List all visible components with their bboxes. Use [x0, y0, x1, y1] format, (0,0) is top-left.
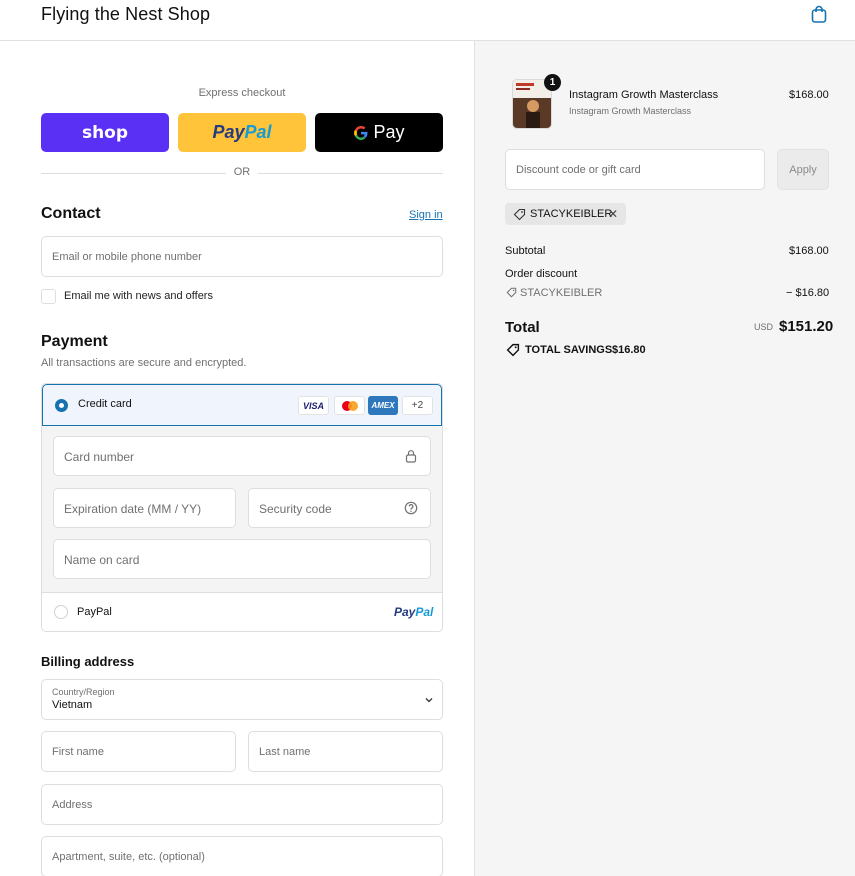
expiration-placeholder: Expiration date (MM / YY) [64, 502, 202, 516]
credit-card-radio[interactable] [55, 399, 68, 412]
paypal-radio[interactable] [54, 605, 68, 619]
payment-title: Payment [41, 333, 108, 350]
or-text: OR [233, 166, 251, 178]
country-label: Country/Region [52, 687, 115, 697]
subtotal-value: $168.00 [789, 245, 829, 257]
apply-discount-button[interactable]: Apply [777, 149, 829, 190]
shop-pay-logo: shop [81, 122, 129, 143]
email-placeholder: Email or mobile phone number [52, 251, 202, 263]
discount-placeholder: Discount code or gift card [516, 164, 641, 176]
news-checkbox[interactable] [41, 289, 56, 304]
last-name-placeholder: Last name [259, 746, 311, 758]
order-discount-code: STACYKEIBLER [520, 287, 603, 299]
google-g-icon [354, 125, 368, 140]
quantity-badge: 1 [544, 74, 561, 91]
name-on-card-field[interactable]: Name on card [53, 539, 431, 579]
first-name-field[interactable]: First name [41, 731, 236, 772]
shop-pay-button[interactable]: shop [41, 113, 169, 152]
total-label: Total [505, 319, 540, 336]
more-cards-badge: +2 [402, 396, 433, 415]
expiration-field[interactable]: Expiration date (MM / YY) [53, 488, 236, 528]
discount-code-input[interactable]: Discount code or gift card [505, 149, 765, 190]
savings-tag-icon [506, 343, 520, 357]
applied-discount-chip: STACYKEIBLER ✕ [505, 203, 626, 225]
express-checkout-label: Express checkout [198, 87, 286, 99]
payment-methods: Credit card VISA AMEX +2 Card number Exp… [41, 383, 443, 632]
total-savings-value: $16.80 [612, 344, 646, 356]
contact-title: Contact [41, 205, 101, 222]
tag-icon [513, 208, 526, 221]
lock-icon [405, 450, 417, 463]
shop-title[interactable]: Flying the Nest Shop [41, 4, 210, 25]
security-code-field[interactable]: Security code [248, 488, 431, 528]
apartment-field[interactable]: Apartment, suite, etc. (optional) [41, 836, 443, 876]
credit-card-fields: Card number Expiration date (MM / YY) Se… [42, 426, 442, 592]
google-pay-button[interactable]: Pay [315, 113, 443, 152]
order-discount-label: Order discount [505, 268, 578, 280]
sign-in-link[interactable]: Sign in [409, 209, 443, 221]
total-value: $151.20 [779, 318, 834, 335]
header: Flying the Nest Shop [0, 0, 855, 41]
paypal-logo-pay-text: Pay [394, 605, 416, 619]
credit-card-option[interactable]: Credit card VISA AMEX +2 [42, 384, 442, 426]
order-discount-value: − $16.80 [786, 287, 830, 299]
card-number-placeholder: Card number [64, 450, 135, 464]
paypal-logo-pal-text: Pal [415, 605, 434, 619]
card-number-field[interactable]: Card number [53, 436, 431, 476]
mastercard-icon [334, 396, 365, 415]
amex-icon: AMEX [368, 396, 398, 415]
product-variant: Instagram Growth Masterclass [569, 106, 692, 116]
chevron-down-icon [425, 698, 433, 703]
shopping-bag-icon[interactable] [809, 4, 829, 24]
paypal-logo-icon: PayPal [394, 605, 433, 619]
product-price: $168.00 [789, 89, 829, 101]
last-name-field[interactable]: Last name [248, 731, 443, 772]
currency-code: USD [754, 322, 774, 332]
country-select[interactable]: Country/Region Vietnam [41, 679, 443, 720]
applied-code-text: STACYKEIBLER [530, 208, 613, 220]
discount-tag-icon [506, 287, 517, 298]
billing-address-title: Billing address [41, 654, 135, 669]
total-savings-label: TOTAL SAVINGS [525, 344, 613, 356]
payment-subtitle: All transactions are secure and encrypte… [41, 357, 247, 369]
help-icon[interactable] [404, 501, 418, 515]
paypal-label: PayPal [77, 606, 112, 618]
google-pay-label: Pay [373, 122, 405, 142]
paypal-option[interactable]: PayPal PayPal [42, 592, 442, 631]
paypal-logo-pay: Pay [212, 122, 245, 142]
first-name-placeholder: First name [52, 746, 104, 758]
address-field[interactable]: Address [41, 784, 443, 825]
paypal-button[interactable]: Pay Pal [178, 113, 306, 152]
address-placeholder: Address [52, 799, 93, 811]
news-checkbox-label[interactable]: Email me with news and offers [64, 290, 213, 302]
security-code-placeholder: Security code [259, 502, 332, 516]
paypal-logo-pal: Pal [244, 122, 272, 142]
subtotal-label: Subtotal [505, 245, 546, 257]
email-field[interactable]: Email or mobile phone number [41, 236, 443, 277]
remove-discount-icon[interactable]: ✕ [608, 207, 618, 221]
visa-icon: VISA [298, 396, 329, 415]
name-on-card-placeholder: Name on card [64, 553, 140, 567]
or-divider: OR [41, 166, 443, 180]
credit-card-label: Credit card [78, 398, 132, 410]
apartment-placeholder: Apartment, suite, etc. (optional) [52, 851, 205, 863]
country-value: Vietnam [52, 699, 93, 711]
product-name: Instagram Growth Masterclass [569, 89, 719, 101]
